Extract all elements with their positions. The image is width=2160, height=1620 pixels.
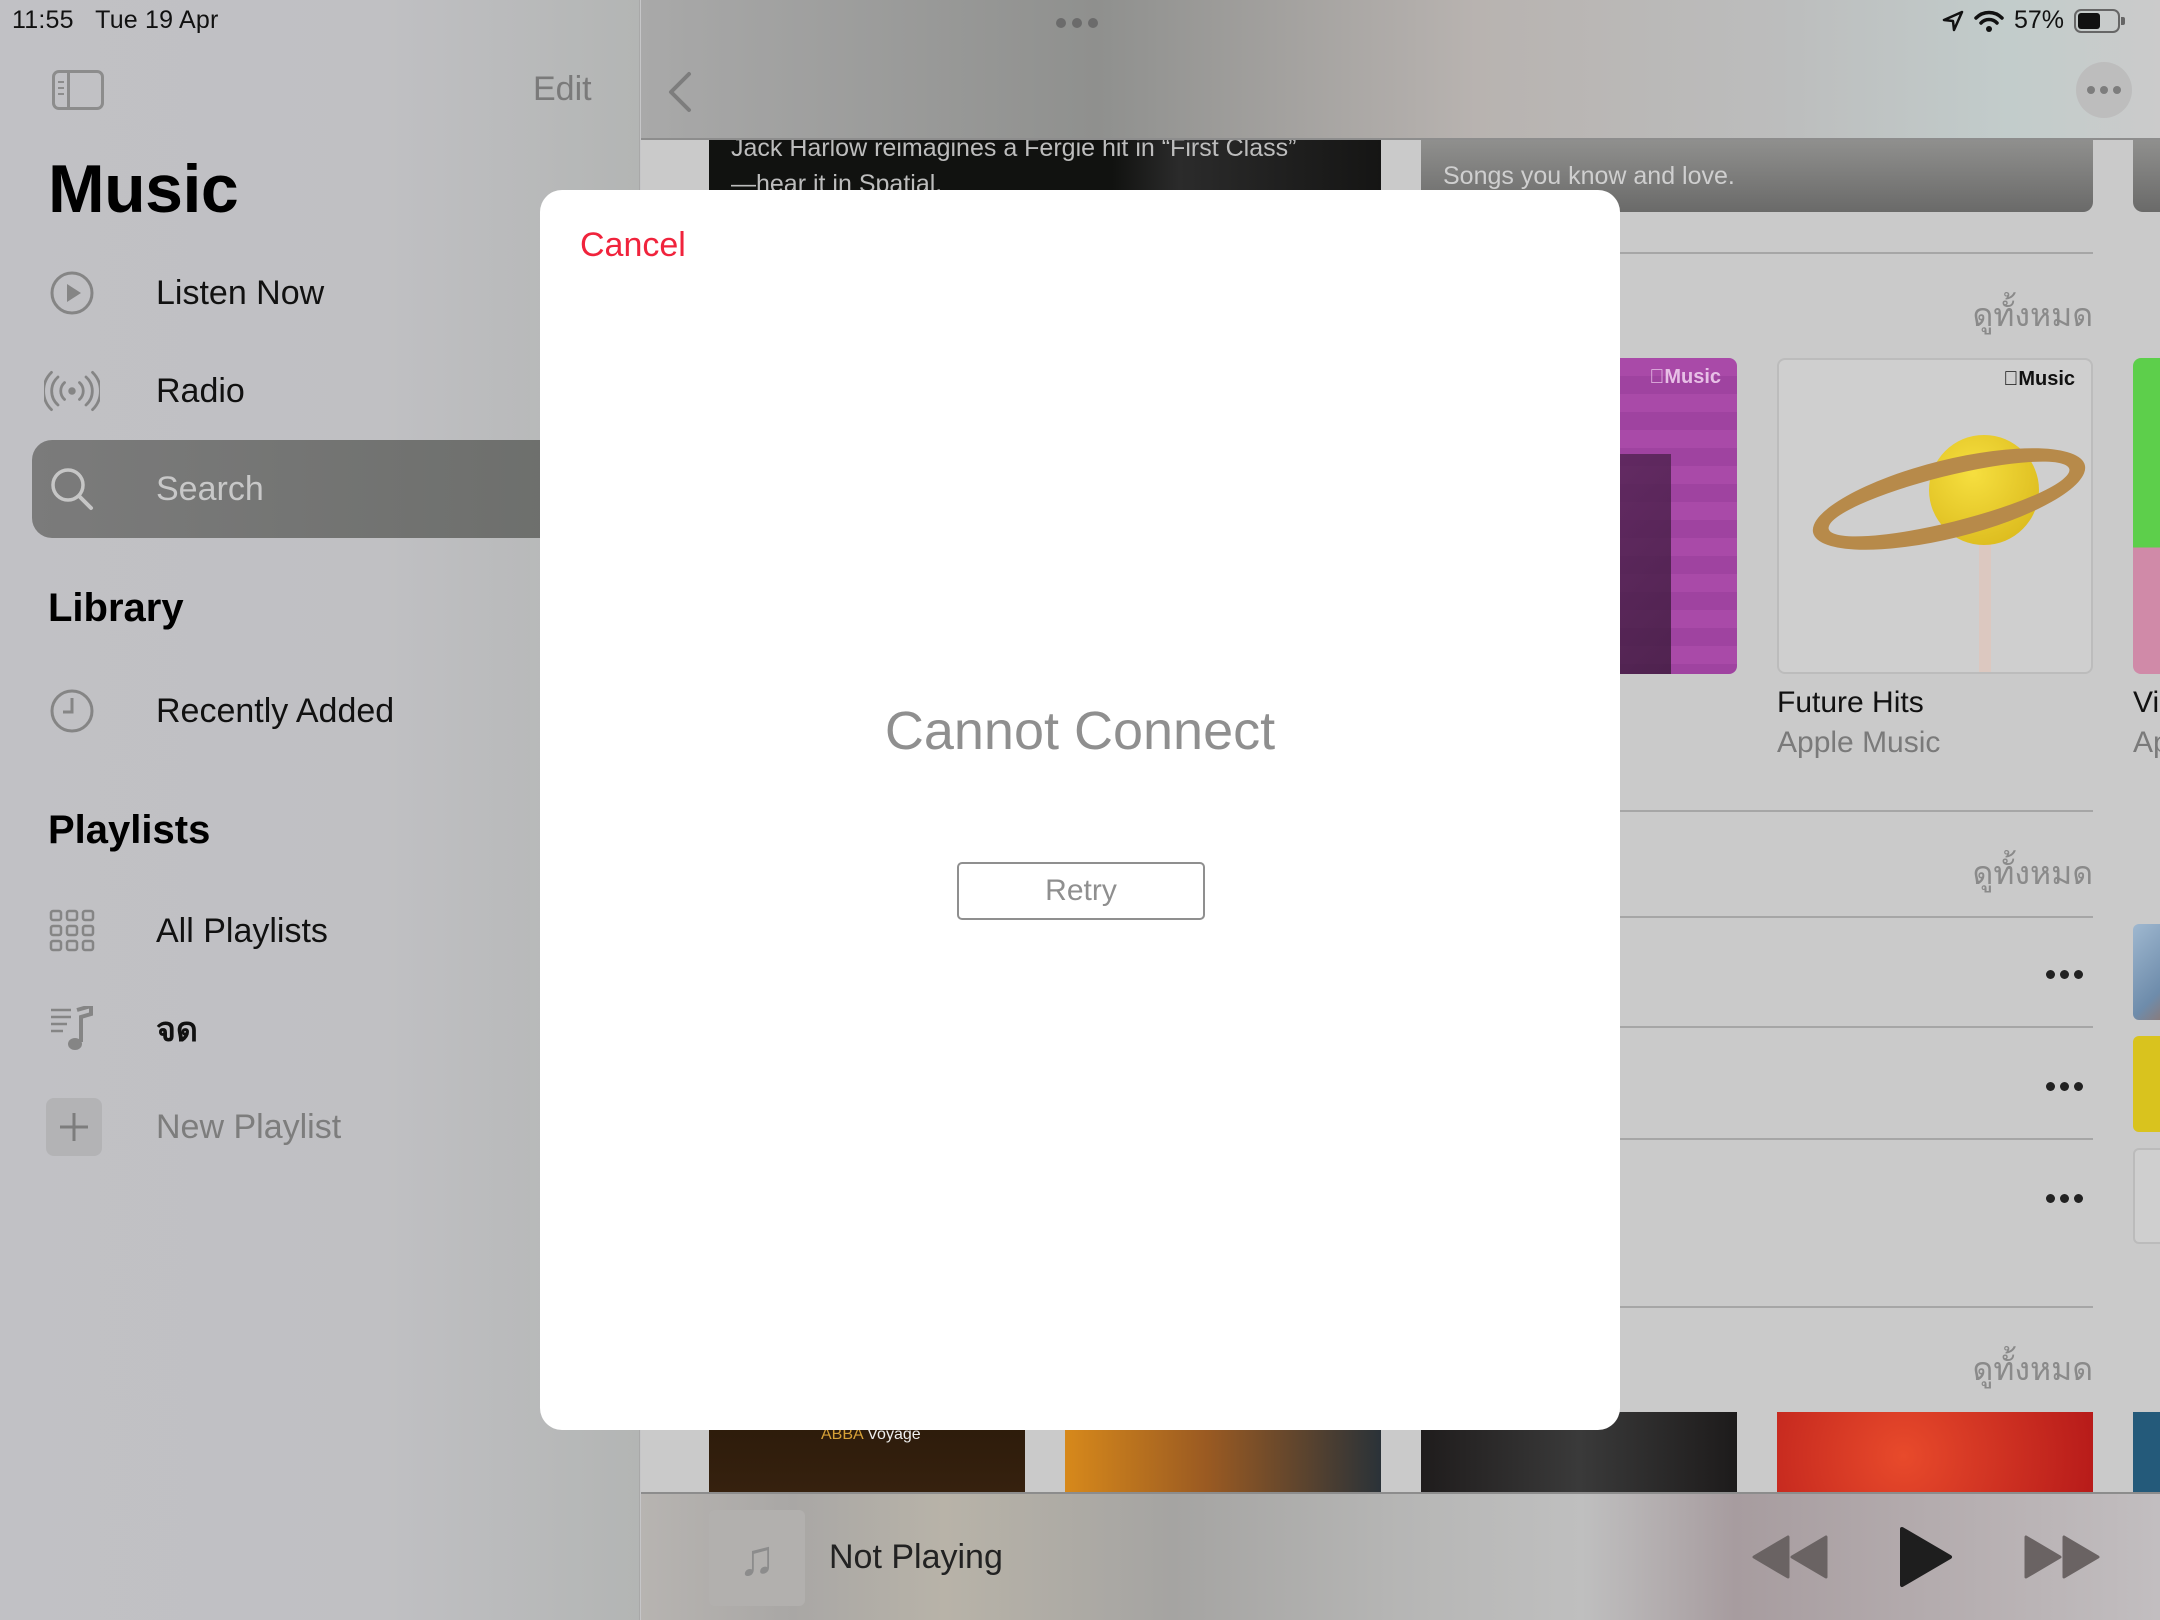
grid-icon	[44, 903, 100, 959]
search-icon	[44, 461, 100, 517]
playlist-note-icon	[44, 1001, 100, 1057]
location-arrow-icon	[1942, 10, 1964, 31]
sidebar-toggle-icon[interactable]	[52, 70, 104, 110]
wifi-icon	[1974, 10, 2004, 32]
apple-music-badge: Music	[1649, 366, 1721, 388]
play-circle-icon	[44, 265, 100, 321]
back-chevron-icon[interactable]	[665, 70, 695, 114]
music-note-icon: ♫	[709, 1510, 805, 1606]
playlist-subtitle: Apple Music	[1777, 726, 1941, 759]
song-artwork	[2133, 1148, 2160, 1244]
song-more-button[interactable]	[2046, 970, 2083, 979]
clock-time: 11:55	[12, 6, 74, 34]
plus-icon	[46, 1098, 102, 1156]
retry-button[interactable]: Retry	[957, 862, 1205, 920]
more-options-button[interactable]	[2076, 62, 2132, 118]
song-artwork	[2133, 1036, 2160, 1132]
edit-button[interactable]: Edit	[533, 70, 592, 109]
clock-icon	[44, 683, 100, 739]
sidebar-item-label: Radio	[156, 371, 245, 410]
sidebar-item-label: All Playlists	[156, 911, 328, 950]
song-artwork	[2133, 924, 2160, 1020]
now-playing-title: Not Playing	[829, 1538, 1003, 1576]
now-playing-bar[interactable]: ♫ Not Playing	[641, 1492, 2160, 1620]
library-heading: Library	[48, 586, 184, 630]
battery-level	[2078, 12, 2100, 29]
app-title: Music	[48, 151, 239, 227]
play-icon[interactable]	[1898, 1526, 1954, 1588]
apple-music-badge: Music	[2003, 368, 2075, 390]
banner-text: Songs you know and love.	[1443, 162, 1735, 190]
fast-forward-icon[interactable]	[2024, 1535, 2100, 1579]
sidebar-item-label: Recently Added	[156, 691, 395, 730]
playlist-title[interactable]: Future Hits	[1777, 686, 1924, 720]
battery-icon	[2074, 8, 2125, 33]
song-more-button[interactable]	[2046, 1082, 2083, 1091]
multitasking-handle[interactable]	[1056, 18, 1098, 28]
rewind-icon[interactable]	[1752, 1535, 1828, 1579]
cannot-connect-sheet: Cancel Cannot Connect Retry	[540, 190, 1620, 1430]
sidebar-item-label: New Playlist	[156, 1107, 342, 1146]
clock-date: Tue 19 Apr	[95, 6, 219, 34]
playback-controls	[1752, 1526, 2100, 1588]
status-indicators: 57%	[1942, 6, 2125, 35]
radio-waves-icon	[44, 363, 100, 419]
playlist-artwork[interactable]: Music	[1777, 358, 2093, 674]
playlist-subtitle: Ap	[2133, 726, 2160, 759]
see-all-link[interactable]: ดูทั้งหมด	[1973, 848, 2093, 899]
battery-percent: 57%	[2013, 6, 2064, 34]
error-title: Cannot Connect	[884, 701, 1276, 761]
sidebar-item-label: จด	[156, 1011, 199, 1049]
cancel-button[interactable]: Cancel	[580, 226, 686, 265]
sidebar-item-label: Listen Now	[156, 273, 325, 312]
playlists-heading: Playlists	[48, 808, 211, 852]
status-time: 11:55 Tue 19 Apr	[12, 6, 219, 35]
sidebar-item-label: Search	[156, 469, 264, 508]
song-more-button[interactable]	[2046, 1194, 2083, 1203]
playlist-title[interactable]: Vi	[2133, 686, 2159, 720]
see-all-link[interactable]: ดูทั้งหมด	[1973, 290, 2093, 341]
see-all-link[interactable]: ดูทั้งหมด	[1973, 1344, 2093, 1395]
playlist-artwork[interactable]	[2133, 358, 2160, 674]
